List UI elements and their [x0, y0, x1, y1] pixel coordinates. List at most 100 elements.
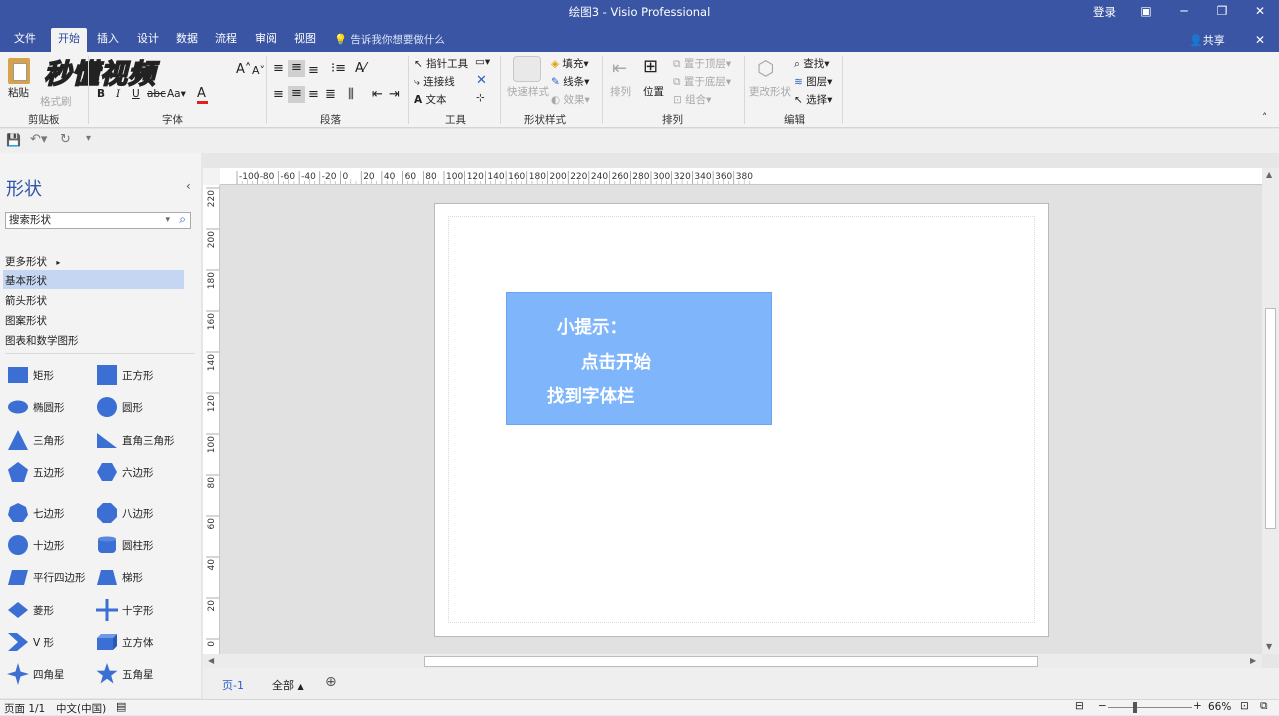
zoom-level[interactable]: 66% [1208, 701, 1231, 713]
login-link[interactable]: 登录 [1093, 4, 1116, 20]
text-direction-icon[interactable]: A⁄ [355, 61, 366, 76]
category-more-shapes[interactable]: 更多形状 ▸ [5, 254, 60, 269]
change-shape-button[interactable]: 更改形状 [749, 84, 791, 99]
distribute-icon[interactable]: ⫼ [348, 87, 354, 102]
text-tool-button[interactable]: A 文本 [414, 92, 446, 107]
status-language[interactable]: 中文(中国) [56, 701, 106, 716]
collapse-ribbon-icon[interactable]: ˄ [1262, 112, 1267, 124]
tell-me-box[interactable]: 💡 告诉我你想要做什么 [334, 32, 445, 47]
pointer-tool-button[interactable]: ↖ 指针工具 [414, 56, 468, 71]
share-button[interactable]: 👤共享 [1189, 32, 1225, 48]
decrease-indent-icon[interactable]: ⇤ [372, 87, 383, 102]
send-to-back-button[interactable]: ⧉ 置于底层▾ [673, 74, 731, 89]
scroll-right-icon[interactable]: ▶ [1250, 656, 1256, 665]
redo-icon[interactable]: ↻ [60, 132, 71, 147]
menu-data[interactable]: 数据 [169, 30, 205, 52]
align-top-icon[interactable]: ≡ [273, 61, 284, 76]
italic-icon[interactable]: I [116, 88, 120, 100]
scroll-left-icon[interactable]: ◀ [208, 656, 214, 665]
search-dropdown-icon[interactable]: ▾ [165, 213, 170, 228]
add-page-icon[interactable]: ⊕ [325, 674, 337, 690]
zoom-slider-thumb[interactable] [1133, 702, 1137, 713]
align-shapes-icon[interactable]: ⇤ [612, 58, 627, 79]
ribbon-display-options-icon[interactable]: ▣ [1136, 3, 1156, 19]
category-arrow-shapes[interactable]: 箭头形状 [5, 293, 47, 308]
all-pages-button[interactable]: 全部 ▲ [272, 677, 304, 693]
grow-font-icon[interactable]: A˄ [236, 62, 251, 77]
macro-icon[interactable]: ▤ [116, 700, 126, 713]
bold-icon[interactable]: B [97, 88, 105, 100]
increase-indent-icon[interactable]: ⇥ [389, 87, 400, 102]
horizontal-scroll-thumb[interactable] [424, 656, 1038, 667]
menu-view[interactable]: 视图 [287, 30, 323, 52]
shrink-font-icon[interactable]: A˅ [252, 64, 265, 77]
horizontal-ruler: -100 -80 -60 -40 -20 0 20 40 60 80 100 120 140 160 180… [220, 168, 1262, 185]
justify-icon[interactable]: ≣ [325, 87, 336, 102]
bring-to-front-button[interactable]: ⧉ 置于顶层▾ [673, 56, 731, 71]
delete-connector-icon[interactable]: ✕ [476, 73, 487, 88]
horizontal-scrollbar[interactable]: ◀ ▶ [203, 654, 1262, 668]
menu-process[interactable]: 流程 [208, 30, 244, 52]
underline-icon[interactable]: U [132, 88, 140, 100]
change-case-icon[interactable]: Aa▾ [167, 88, 186, 100]
tip-rectangle-shape[interactable]: 小提示： 点击开始 找到字体栏 [506, 292, 772, 425]
bullets-icon[interactable]: ⁝≡ [331, 61, 346, 76]
align-bottom-icon[interactable]: ≡ [308, 63, 319, 78]
presentation-mode-icon[interactable]: ⊟ [1075, 700, 1084, 712]
find-button[interactable]: ⌕ 查找▾ [794, 56, 830, 71]
quick-styles-button[interactable]: 快速样式 [507, 84, 549, 99]
page-tab-1[interactable]: 页-1 [222, 677, 244, 693]
menu-design[interactable]: 设计 [130, 30, 166, 52]
layers-button[interactable]: ≋ 图层▾ [794, 74, 832, 89]
connector-button[interactable]: ⤷ 连接线 [414, 74, 455, 89]
shape-search-input[interactable]: 搜索形状 ▾ ⌕ [5, 212, 191, 229]
category-chart-math-shapes[interactable]: 图表和数学图形 [5, 333, 79, 348]
fit-page-icon[interactable]: ⊡ [1240, 700, 1249, 712]
category-basic-shapes[interactable]: 基本形状 [5, 273, 47, 288]
zoom-in-icon[interactable]: + [1193, 700, 1202, 712]
switch-window-icon[interactable]: ⧉ [1260, 700, 1268, 713]
minimize-icon[interactable]: ─ [1174, 3, 1194, 19]
undo-icon[interactable]: ↶▾ [30, 132, 47, 147]
rectangle-tool-icon[interactable]: ▭▾ [475, 56, 490, 68]
paste-icon[interactable] [8, 58, 30, 84]
restore-icon[interactable]: ❐ [1212, 3, 1232, 19]
align-middle-icon[interactable]: ≡ [288, 60, 305, 77]
zoom-out-icon[interactable]: − [1098, 700, 1107, 712]
position-icon[interactable]: ⊞ [643, 56, 658, 77]
zoom-slider[interactable] [1108, 707, 1192, 708]
effects-button[interactable]: ◐ 效果▾ [551, 92, 590, 107]
close-doc-icon[interactable]: ✕ [1250, 32, 1270, 48]
line-button[interactable]: ✎ 线条▾ [551, 74, 589, 89]
align-right-icon[interactable]: ≡ [308, 87, 319, 102]
quick-styles-icon[interactable] [513, 56, 541, 82]
format-painter-button[interactable]: 格式刷 [40, 94, 72, 109]
search-icon[interactable]: ⌕ [179, 212, 186, 227]
position-button[interactable]: 位置 [643, 84, 664, 99]
change-shape-icon[interactable]: ⬡ [757, 56, 774, 80]
align-center-icon[interactable]: ≡ [288, 86, 305, 103]
status-page[interactable]: 页面 1/1 [4, 701, 45, 716]
vertical-scrollbar[interactable]: ▲ ▼ [1262, 168, 1279, 654]
strikethrough-icon[interactable]: abc [147, 88, 166, 100]
scroll-down-icon[interactable]: ▼ [1266, 642, 1272, 651]
align-shapes-button[interactable]: 排列 [610, 84, 631, 99]
scroll-up-icon[interactable]: ▲ [1266, 170, 1272, 179]
menu-home[interactable]: 开始 [51, 28, 87, 52]
vertical-scroll-thumb[interactable] [1265, 308, 1276, 529]
save-icon[interactable]: 💾 [6, 133, 21, 147]
collapse-panel-icon[interactable]: ‹ [186, 179, 191, 193]
menu-review[interactable]: 审阅 [248, 30, 284, 52]
align-left-icon[interactable]: ≡ [273, 87, 284, 102]
connection-point-icon[interactable]: ⊹ [476, 92, 485, 104]
menu-file[interactable]: 文件 [7, 30, 43, 52]
close-icon[interactable]: ✕ [1250, 3, 1270, 19]
paste-button[interactable]: 粘贴 [8, 85, 29, 100]
customize-qat-icon[interactable]: ▾ [86, 133, 91, 144]
menu-insert[interactable]: 插入 [90, 30, 126, 52]
fill-button[interactable]: ◈ 填充▾ [551, 56, 589, 71]
group-button[interactable]: ⊡ 组合▾ [673, 92, 711, 107]
font-color-icon[interactable]: A [197, 86, 208, 104]
category-pattern-shapes[interactable]: 图案形状 [5, 313, 47, 328]
select-button[interactable]: ↖ 选择▾ [794, 92, 832, 107]
